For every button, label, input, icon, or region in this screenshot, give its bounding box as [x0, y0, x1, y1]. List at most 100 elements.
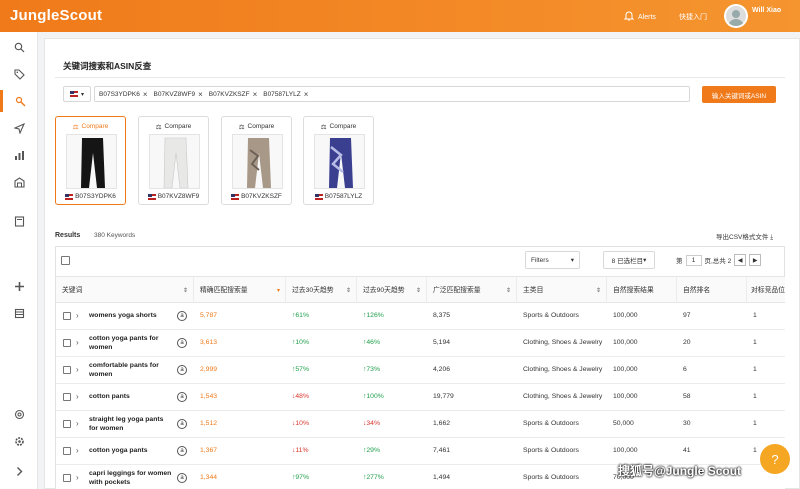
- remove-icon[interactable]: ×: [143, 90, 148, 99]
- asin-input[interactable]: B07S3YDPK6 × B07KVZ8WF9 × B07KVZKSZF × B075…: [94, 86, 690, 102]
- amazon-icon[interactable]: a: [177, 446, 187, 456]
- compare-toggle[interactable]: ⚖ Compare: [222, 123, 291, 131]
- chevron-right-icon[interactable]: ›: [76, 392, 79, 401]
- table-row[interactable]: › straight leg yoga pants for women a 1,512…: [56, 411, 785, 438]
- column-header-organic-results[interactable]: 自然搜索结果: [607, 277, 677, 304]
- amazon-icon[interactable]: a: [177, 419, 187, 429]
- trend-90-value: 100%: [366, 393, 384, 401]
- keyword[interactable]: comfortable pants for women: [89, 357, 174, 384]
- search-button[interactable]: 输入关键词或ASIN: [702, 86, 776, 103]
- organic-results: 100,000: [613, 393, 638, 401]
- store-icon[interactable]: [0, 302, 38, 324]
- row-checkbox[interactable]: [63, 366, 71, 374]
- sort-icon[interactable]: ⇕: [596, 287, 601, 296]
- sort-icon[interactable]: ⇕: [346, 287, 351, 296]
- sort-icon[interactable]: ⇕: [183, 287, 188, 296]
- gear-icon[interactable]: [0, 430, 38, 452]
- product-card[interactable]: ⚖ Compare B07S3YDPK6: [55, 116, 126, 205]
- book-icon[interactable]: [0, 210, 38, 232]
- export-csv-link[interactable]: 导出CSV格式文件 ⤓: [716, 231, 773, 242]
- bar-chart-icon[interactable]: [0, 144, 38, 166]
- alerts-button[interactable]: Alerts: [623, 11, 656, 23]
- column-header-keyword[interactable]: 关键词 ⇕: [56, 277, 194, 304]
- column-header-exact[interactable]: 精确匹配搜索量 ▾: [194, 277, 286, 304]
- divider: [55, 77, 785, 78]
- row-checkbox[interactable]: [63, 420, 71, 428]
- sort-desc-icon[interactable]: ▾: [277, 287, 280, 296]
- chevron-right-icon[interactable]: ›: [76, 446, 79, 455]
- column-header-broad[interactable]: 广泛匹配搜索量 ⇕: [427, 277, 517, 304]
- column-header-category[interactable]: 主类目 ⇕: [517, 277, 607, 304]
- table-row[interactable]: › womens yoga shorts a 5,787 ↑ 61% ↑ 126% 8,375 S…: [56, 303, 785, 330]
- amazon-icon[interactable]: a: [177, 473, 187, 483]
- compare-toggle[interactable]: ⚖ Compare: [139, 123, 208, 131]
- chevron-right-icon[interactable]: ›: [76, 311, 79, 320]
- remove-icon[interactable]: ×: [198, 90, 203, 99]
- next-page-button[interactable]: ▶: [749, 254, 762, 266]
- amazon-icon[interactable]: a: [177, 365, 187, 375]
- table-row[interactable]: › comfortable pants for women a 2,999 ↑ 57% ↑ 7…: [56, 357, 785, 384]
- top-bar: JungleScout Alerts 快捷入门 Will Xiao: [0, 0, 800, 32]
- search-icon[interactable]: [0, 36, 38, 58]
- asin-tag: B07KVZKSZF ×: [209, 90, 258, 99]
- keyword[interactable]: cotton yoga pants for women: [89, 330, 174, 357]
- organic-rank: 41: [683, 447, 691, 455]
- send-icon[interactable]: [0, 117, 38, 139]
- keyword[interactable]: straight leg yoga pants for women: [89, 411, 174, 438]
- row-checkbox[interactable]: [63, 339, 71, 347]
- chevron-right-icon[interactable]: ›: [76, 419, 79, 428]
- keyword[interactable]: cotton yoga pants: [89, 438, 174, 465]
- remove-icon[interactable]: ×: [304, 90, 309, 99]
- row-checkbox[interactable]: [63, 447, 71, 455]
- keyword[interactable]: cotton pants: [89, 384, 174, 411]
- avatar[interactable]: [724, 4, 748, 28]
- table-row[interactable]: › cotton yoga pants a 1,367 ↓ 11% ↑ 29% 7,461 Spo…: [56, 438, 785, 465]
- quick-start-link[interactable]: 快捷入门: [679, 12, 707, 22]
- broad-volume: 19,779: [433, 393, 454, 401]
- compare-toggle[interactable]: ⚖ Compare: [56, 123, 125, 131]
- column-header-organic-rank[interactable]: 自然排名: [677, 277, 747, 304]
- table-row[interactable]: › cotton yoga pants for women a 3,613 ↑ 10% ↑ 4…: [56, 330, 785, 357]
- compare-toggle[interactable]: ⚖ Compare: [304, 123, 373, 131]
- prev-page-button[interactable]: ◀: [734, 254, 747, 266]
- user-name[interactable]: Will Xiao: [752, 7, 781, 14]
- country-select[interactable]: ▾: [63, 86, 91, 102]
- keyword[interactable]: capri leggings for women with pockets: [89, 465, 174, 489]
- select-all-checkbox[interactable]: [61, 256, 70, 265]
- keyword-tool-icon[interactable]: [0, 90, 38, 112]
- amazon-icon[interactable]: a: [177, 392, 187, 402]
- filters-select[interactable]: Filters ▾: [525, 251, 580, 269]
- product-card[interactable]: ⚖ Compare B07KVZKSZF: [221, 116, 292, 205]
- keyword[interactable]: womens yoga shorts: [89, 303, 174, 330]
- row-checkbox[interactable]: [63, 474, 71, 482]
- sort-icon[interactable]: ⇕: [416, 287, 421, 296]
- product-card[interactable]: ⚖ Compare B07587LYLZ: [303, 116, 374, 205]
- us-flag-icon: [314, 193, 323, 200]
- page-input[interactable]: 1: [685, 254, 702, 266]
- amazon-icon[interactable]: a: [177, 311, 187, 321]
- column-header-trend90[interactable]: 过去90天趋势 ⇕: [357, 277, 427, 304]
- chevron-right-icon[interactable]: ›: [76, 473, 79, 482]
- warehouse-icon[interactable]: [0, 171, 38, 193]
- chevron-right-icon[interactable]: [0, 460, 38, 482]
- chevron-right-icon[interactable]: ›: [76, 365, 79, 374]
- column-header-competitor[interactable]: 对标竞品位: [747, 277, 785, 304]
- help-button[interactable]: ?: [760, 444, 790, 474]
- settings-icon[interactable]: [0, 403, 38, 425]
- columns-select[interactable]: 8 已选栏目 ▾: [603, 251, 655, 269]
- sort-icon[interactable]: ⇕: [506, 287, 511, 296]
- product-card[interactable]: ⚖ Compare B07KVZ8WF9: [138, 116, 209, 205]
- amazon-icon[interactable]: a: [177, 338, 187, 348]
- chevron-right-icon[interactable]: ›: [76, 338, 79, 347]
- column-header-trend30[interactable]: 过去30天趋势 ⇕: [286, 277, 357, 304]
- app-logo[interactable]: JungleScout: [10, 7, 102, 24]
- table-row[interactable]: › cotton pants a 1,543 ↓ 48% ↑ 100% 19,779 Clothi…: [56, 384, 785, 411]
- remove-icon[interactable]: ×: [253, 90, 258, 99]
- puzzle-icon[interactable]: [0, 275, 38, 297]
- row-checkbox[interactable]: [63, 312, 71, 320]
- asin-tag: B07587LYLZ ×: [263, 90, 308, 99]
- trend-90-value: 73%: [366, 366, 381, 374]
- tag-icon[interactable]: [0, 63, 38, 85]
- row-checkbox[interactable]: [63, 393, 71, 401]
- organic-rank: 58: [683, 393, 691, 401]
